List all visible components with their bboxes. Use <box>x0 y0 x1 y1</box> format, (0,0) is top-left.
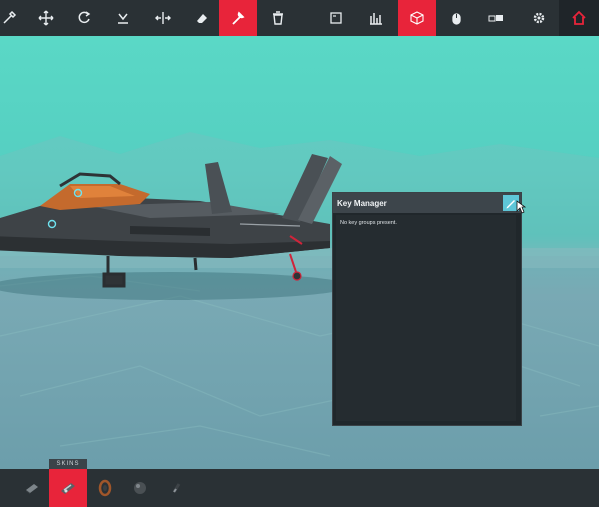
move-button[interactable] <box>27 0 65 36</box>
delete-button[interactable] <box>259 0 297 36</box>
keyboard-icon <box>488 15 503 22</box>
mouse-button[interactable] <box>437 0 475 36</box>
mirror-button[interactable] <box>144 0 182 36</box>
keyboard-button[interactable] <box>477 0 515 36</box>
home-button[interactable] <box>560 0 598 36</box>
snap-button[interactable] <box>104 0 142 36</box>
key-group-list: No key groups present. <box>336 215 516 421</box>
block-category-2[interactable] <box>49 469 87 507</box>
settings-button[interactable] <box>520 0 558 36</box>
part-icon <box>26 484 38 494</box>
eraser-button[interactable] <box>183 0 221 36</box>
rotate-button[interactable] <box>65 0 103 36</box>
mouse-cursor-icon <box>516 200 526 214</box>
bar-chart-icon <box>370 13 382 25</box>
mouse-icon <box>452 13 461 25</box>
mirror-icon <box>155 12 171 24</box>
wrench-icon <box>232 11 245 25</box>
stats-button[interactable] <box>357 0 395 36</box>
home-icon <box>572 10 586 25</box>
move-icon <box>38 10 54 26</box>
eraser-icon <box>197 14 207 23</box>
block-category-3[interactable] <box>86 469 124 507</box>
empty-message: No key groups present. <box>340 220 397 226</box>
gear-icon <box>533 12 545 24</box>
wrench-button[interactable] <box>219 0 257 36</box>
key-manager-title: Key Manager <box>337 198 387 208</box>
block-category-5[interactable] <box>157 469 195 507</box>
top-toolbar <box>0 0 599 36</box>
notes-button[interactable] <box>317 0 355 36</box>
wheel-icon <box>98 479 112 497</box>
sphere-icon <box>134 482 146 494</box>
notes-icon <box>330 12 342 24</box>
part-icon <box>61 483 75 494</box>
cube-icon <box>410 11 424 25</box>
key-manager-panel: Key Manager No key groups present. <box>332 192 522 426</box>
trash-icon <box>273 11 283 25</box>
pipette-icon <box>3 10 17 24</box>
skins-tab[interactable]: SKINS <box>49 459 87 469</box>
block-button[interactable] <box>398 0 436 36</box>
key-manager-header: Key Manager <box>333 193 521 213</box>
pipette-button[interactable] <box>0 0 28 36</box>
rotate-icon <box>78 11 91 24</box>
rod-icon <box>172 483 181 493</box>
block-category-1[interactable] <box>13 469 51 507</box>
block-category-4[interactable] <box>121 469 159 507</box>
snap-icon <box>118 13 128 24</box>
